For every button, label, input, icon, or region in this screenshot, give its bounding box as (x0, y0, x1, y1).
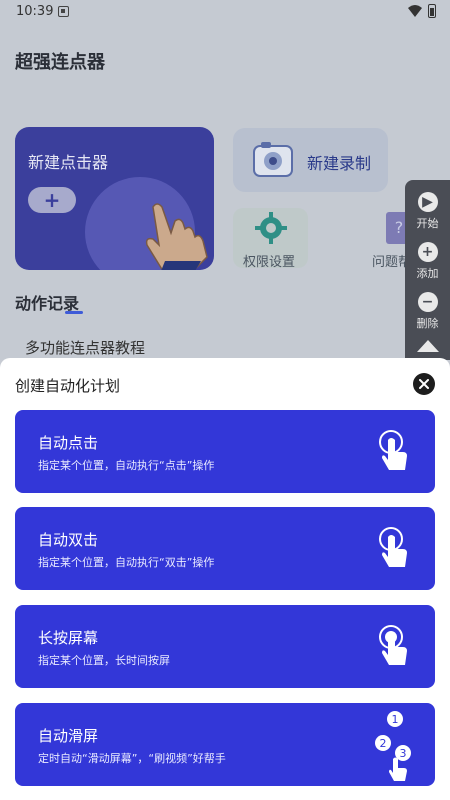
plus-icon: + (417, 242, 438, 262)
status-time: 10:39 (16, 4, 54, 19)
toolbar-delete-label: 删除 (416, 317, 439, 330)
option-title: 长按屏幕 (38, 629, 99, 647)
close-icon (419, 379, 429, 389)
new-record-label: 新建录制 (307, 154, 372, 173)
option-title: 自动点击 (38, 434, 99, 452)
toolbar-start-button[interactable]: ▶ 开始 (405, 192, 450, 231)
swipe-step-1: 1 (392, 713, 399, 726)
tap-icon (379, 430, 407, 470)
option-auto-swipe[interactable]: 自动滑屏 定时自动“滑动屏幕”，“刷视频”好帮手 1 2 3 (15, 703, 435, 786)
toolbar-delete-button[interactable]: − 删除 (405, 292, 450, 331)
status-bar: 10:39 (0, 0, 450, 24)
option-title: 自动双击 (38, 531, 99, 549)
battery-icon (428, 4, 436, 18)
wifi-icon (408, 5, 422, 17)
add-clicker-button[interactable]: + (28, 187, 76, 213)
toolbar-add-label: 添加 (416, 267, 439, 280)
new-record-card[interactable]: 新建录制 (233, 128, 388, 192)
play-icon: ▶ (417, 192, 438, 212)
permission-settings-card[interactable]: 权限设置 (233, 208, 308, 270)
toolbar-add-button[interactable]: + 添加 (405, 242, 450, 281)
notification-app-icon (58, 6, 69, 17)
option-title: 自动滑屏 (38, 727, 99, 745)
new-clicker-card[interactable]: 新建点击器 + (15, 127, 214, 270)
option-long-press[interactable]: 长按屏幕 指定某个位置，长时间按屏 (15, 605, 435, 688)
permission-settings-label: 权限设置 (243, 255, 296, 270)
swipe-step-3: 3 (400, 747, 407, 760)
option-desc: 指定某个位置，长时间按屏 (38, 654, 170, 667)
action-records-title: 动作记录 (15, 290, 83, 314)
create-plan-sheet: 创建自动化计划 自动点击 指定某个位置，自动执行“点击”操作 自动双击 指定某个… (0, 358, 450, 800)
tutorial-list-item[interactable]: 多功能连点器教程 (25, 337, 145, 358)
swipe-step-2: 2 (380, 737, 387, 750)
background-app: 10:39 超强连点器 新建点击器 + 新建录制 权限设置 ? 问题帮 动作记录… (0, 0, 450, 360)
long-press-icon (379, 625, 407, 665)
option-auto-click[interactable]: 自动点击 指定某个位置，自动执行“点击”操作 (15, 410, 435, 493)
option-desc: 指定某个位置，自动执行“点击”操作 (38, 459, 215, 472)
swipe-icon: 1 2 3 (375, 711, 411, 781)
new-clicker-label: 新建点击器 (28, 153, 109, 172)
app-title: 超强连点器 (15, 52, 105, 73)
floating-toolbar: ▶ 开始 + 添加 − 删除 (405, 180, 450, 360)
toolbar-start-label: 开始 (416, 217, 439, 230)
option-desc: 定时自动“滑动屏幕”，“刷视频”好帮手 (38, 752, 226, 765)
option-desc: 指定某个位置，自动执行“双击”操作 (38, 556, 215, 569)
double-tap-icon (379, 527, 407, 567)
toolbar-home-button[interactable] (405, 340, 450, 352)
gear-icon (255, 212, 287, 244)
sheet-title: 创建自动化计划 (15, 377, 121, 395)
hand-pointer-icon (145, 203, 208, 270)
option-auto-double-click[interactable]: 自动双击 指定某个位置，自动执行“双击”操作 (15, 507, 435, 590)
camera-record-icon (253, 142, 293, 177)
section-underline (65, 311, 83, 314)
minus-icon: − (417, 292, 438, 312)
close-button[interactable] (413, 373, 435, 395)
home-icon (416, 340, 439, 352)
